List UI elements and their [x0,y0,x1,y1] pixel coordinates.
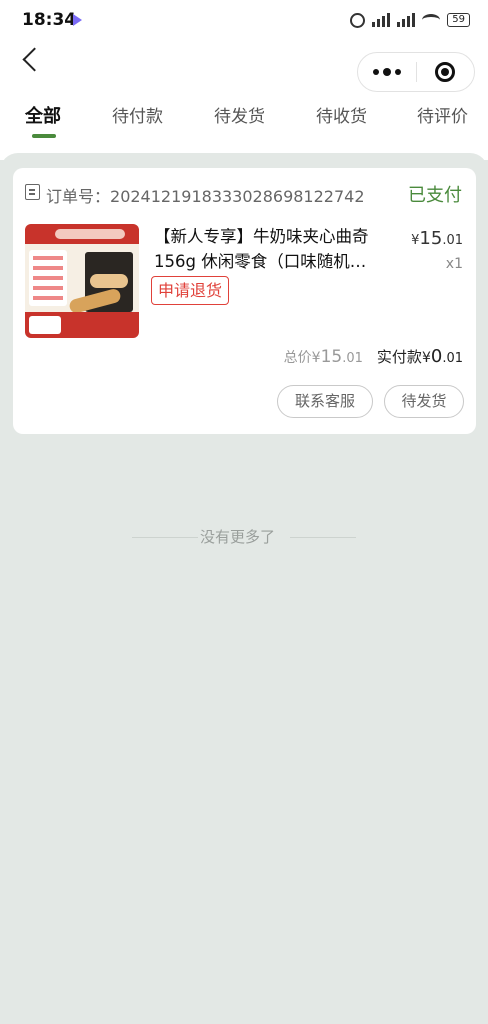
mini-program-capsule [357,52,475,92]
order-totals: 总价¥15.01 实付款¥0.01 [284,346,463,367]
close-mini-program-icon[interactable] [416,52,474,92]
product-title[interactable]: 【新人专享】牛奶味夹心曲奇156g 休闲零食（口味随机… [154,224,396,276]
order-status-badge: 已支付 [408,185,462,206]
status-bar: 18:34 59 [0,0,488,40]
divider-line-right [290,537,356,538]
order-number-value: 20241219183330286981227​42 [110,187,365,206]
divider-line-left [132,537,198,538]
tab-pending-receipt[interactable]: 待收货 [316,102,367,127]
tab-pending-review[interactable]: 待评价 [417,102,468,127]
no-more-text: 没有更多了 [200,528,276,546]
wifi-icon [422,14,441,26]
tab-pending-shipment[interactable]: 待发货 [214,102,265,127]
active-tab-indicator [32,134,56,138]
header-area: 18:34 59 全部 待付款 待发货 待收货 待评价 [0,0,488,160]
alarm-icon [350,12,366,28]
product-thumbnail[interactable] [25,224,139,338]
more-options-icon[interactable] [358,52,416,92]
contact-service-button[interactable]: 联系客服 [277,385,373,418]
status-icons: 59 [350,10,470,30]
product-price: ¥15.01 [411,228,463,249]
play-store-icon [73,14,82,26]
paid-amount: 实付款¥0.01 [376,346,463,367]
tab-pending-payment[interactable]: 待付款 [112,102,163,127]
total-price: 总价¥15.01 [283,347,363,367]
pending-shipment-button[interactable]: 待发货 [384,385,464,418]
signal-hd-icon [397,13,416,27]
no-more-divider: 没有更多了 [0,526,488,550]
tab-all[interactable]: 全部 [25,102,61,128]
product-quantity: x1 [445,256,463,272]
battery-icon: 59 [447,13,470,27]
signal-icon [372,13,391,27]
order-number: 订单号：20241219183330286981227​42 [46,183,365,207]
request-refund-button[interactable]: 申请退货 [151,276,230,305]
order-number-label: 订单号： [46,187,111,206]
order-doc-icon [25,184,40,200]
status-time: 18:34 [22,10,77,30]
order-card[interactable]: 订单号：20241219183330286981227​42 已支付 【新人专享… [13,168,476,434]
back-arrow-icon[interactable] [20,48,44,72]
order-tabs: 全部 待付款 待发货 待收货 待评价 [0,102,488,144]
